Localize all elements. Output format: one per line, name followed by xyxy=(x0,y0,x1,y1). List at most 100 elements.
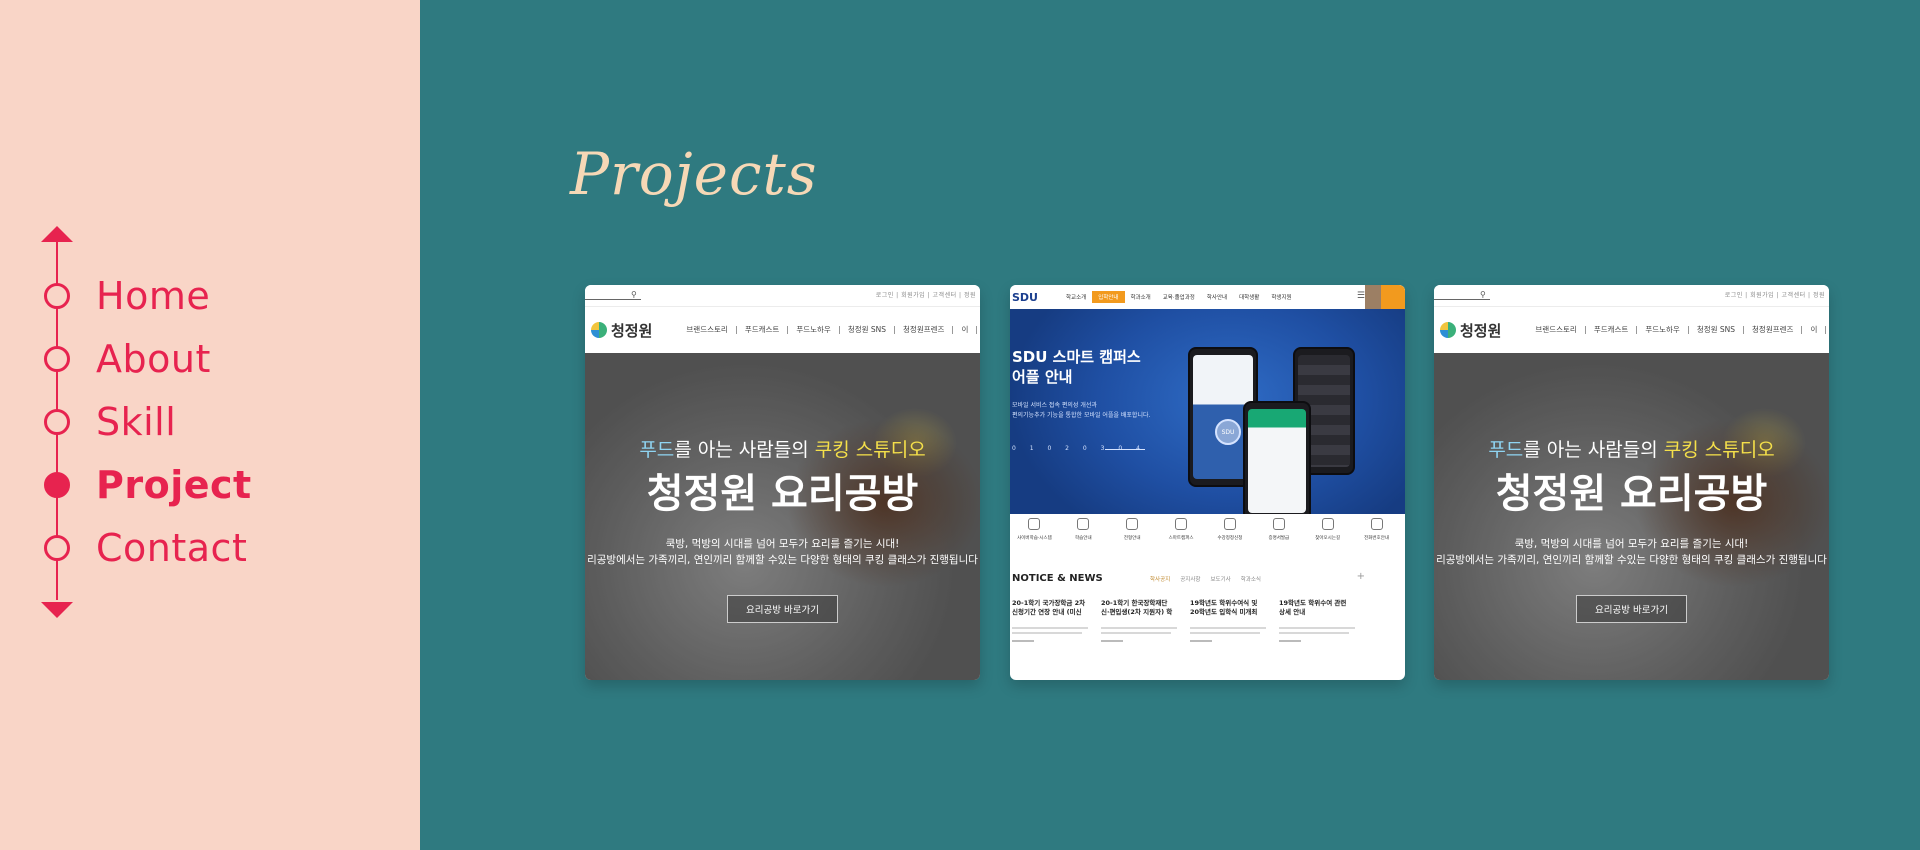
utility-links: 로그인 | 회원가입 | 고객센터 | 정원 xyxy=(1724,292,1825,299)
site-header: 청정원 브랜드스토리 푸드캐스트 푸드노하우 청정원 SNS 청정원프렌즈 이 xyxy=(1434,307,1829,353)
menu-item: 푸드노하우 xyxy=(1637,326,1689,334)
menu-item: 이 xyxy=(953,326,978,334)
menu-item: 푸드노하우 xyxy=(788,326,840,334)
header-block xyxy=(1365,285,1381,309)
quick-icon xyxy=(1077,518,1090,530)
nav-dot-active xyxy=(44,472,70,498)
utility-links: 로그인 | 회원가입 | 고객센터 | 정원 xyxy=(875,292,976,299)
news-tab: 학과소식 xyxy=(1240,577,1261,583)
nav-label: About xyxy=(96,337,211,381)
menu-item: 청정원 SNS xyxy=(840,326,896,334)
site-menu: 브랜드스토리 푸드캐스트 푸드노하우 청정원 SNS 청정원프렌즈 이 xyxy=(678,326,978,334)
section-title: Projects xyxy=(570,140,818,208)
quick-icon xyxy=(1321,518,1334,530)
nav-item-home[interactable]: Home xyxy=(44,272,210,320)
menu-item: 브랜드스토리 xyxy=(1527,326,1586,334)
logo-icon xyxy=(1440,322,1456,338)
nav-item-about[interactable]: About xyxy=(44,335,211,383)
quick-item: 전형안내 xyxy=(1110,518,1154,541)
news-item: 19학년도 학위수여식 및 20학년도 입학식 미개최 xyxy=(1190,599,1268,642)
menu-item: 학교소개 xyxy=(1066,295,1087,301)
nav-item-project[interactable]: Project xyxy=(44,461,252,509)
news-item: 20-1학기 한국장학재단 신·편입생(2차 지원자) 학 xyxy=(1101,599,1179,642)
quick-icon xyxy=(1272,518,1285,530)
site-menu: 학교소개 입학안내 학과소개 교육·졸업과정 학사안내 대학생활 학생지원 xyxy=(1060,291,1298,303)
menu-item-active: 입학안내 xyxy=(1092,291,1125,303)
menu-item: 청정원 SNS xyxy=(1689,326,1745,334)
quick-item: 스마트캠퍼스 xyxy=(1159,518,1203,541)
news-item: 19학년도 학위수여 관련 상세 안내 xyxy=(1279,599,1357,642)
hero-description: 쿡방, 먹방의 시대를 넘어 모두가 요리를 즐기는 시대! xyxy=(1514,538,1749,550)
menu-item: 학사안내 xyxy=(1206,295,1228,301)
menu-item: 푸드캐스트 xyxy=(737,326,789,334)
quick-icon xyxy=(1028,518,1041,530)
projects-section: Projects ⚲ 로그인 | 회원가입 | 고객센터 | 정원 청정원 브랜… xyxy=(420,0,1920,850)
search-icon: ⚲ xyxy=(1480,290,1486,299)
hero-title: 청정원 요리공방 xyxy=(1495,471,1768,517)
nav-dot xyxy=(44,283,70,309)
quick-item: 증명서발급 xyxy=(1257,518,1301,541)
news-tab: 학사공지 xyxy=(1150,577,1171,583)
menu-item: 학생지원 xyxy=(1271,295,1292,301)
nav-item-skill[interactable]: Skill xyxy=(44,398,176,446)
search-underline xyxy=(1434,299,1490,300)
hero-subtitle: 푸드를 아는 사람들의 쿠킹 스튜디오 xyxy=(1488,439,1775,461)
hero-button: 요리공방 바로가기 xyxy=(727,595,838,623)
slide-progress xyxy=(1105,449,1145,450)
quick-menu: 사이버학습·시스템 학습안내 전형안내 스마트캠퍼스 수강정정신청 증명서발급 … xyxy=(1010,518,1405,541)
sidebar: Home About Skill Project Contact xyxy=(0,0,420,850)
nav-label: Home xyxy=(96,274,211,318)
news-heading: NOTICE & NEWS xyxy=(1012,573,1103,584)
search-underline xyxy=(585,299,641,300)
menu-item: 교육·졸업과정 xyxy=(1162,295,1195,301)
hero-image: 푸드를 아는 사람들의 쿠킹 스튜디오 청정원 요리공방 쿡방, 먹방의 시대를… xyxy=(1434,353,1829,680)
menu-item: 대학생활 xyxy=(1239,295,1260,301)
site-logo: 청정원 xyxy=(611,321,653,340)
arrow-up-icon[interactable] xyxy=(41,226,73,242)
nav-label: Contact xyxy=(96,526,248,570)
site-logo: 청정원 xyxy=(1460,321,1502,340)
nav-dot xyxy=(44,346,70,372)
hero-banner: SDU 스마트 캠퍼스 어플 안내 모바일 서비스 접속 편의성 개선과 편의기… xyxy=(1010,309,1405,514)
quick-icon xyxy=(1223,518,1236,530)
hero-title: 청정원 요리공방 xyxy=(646,471,919,517)
quick-item: 사이버학습·시스템 xyxy=(1012,518,1056,541)
plus-icon: + xyxy=(1356,571,1365,582)
site-topbar: ⚲ 로그인 | 회원가입 | 고객센터 | 정원 xyxy=(585,285,980,307)
nav-dot xyxy=(44,409,70,435)
hero-image: 푸드를 아는 사람들의 쿠킹 스튜디오 청정원 요리공방 쿡방, 먹방의 시대를… xyxy=(585,353,980,680)
menu-item: 이 xyxy=(1802,326,1827,334)
quick-icon xyxy=(1175,518,1188,530)
hero-description: 리공방에서는 가족끼리, 연인끼리 함께할 수있는 다양한 형태의 쿠킹 클래스… xyxy=(1436,554,1827,566)
header-block xyxy=(1381,285,1405,309)
hero-description: 쿡방, 먹방의 시대를 넘어 모두가 요리를 즐기는 시대! xyxy=(665,538,900,550)
quick-item: 찾아오시는길 xyxy=(1306,518,1350,541)
search-icon: ⚲ xyxy=(631,290,637,299)
seal-icon: SDU xyxy=(1215,419,1241,445)
phone-mockup xyxy=(1243,401,1311,514)
quick-item: 전화번호안내 xyxy=(1355,518,1399,541)
nav-dot xyxy=(44,535,70,561)
arrow-down-icon[interactable] xyxy=(41,602,73,618)
project-card-1[interactable]: ⚲ 로그인 | 회원가입 | 고객센터 | 정원 청정원 브랜드스토리 푸드캐스… xyxy=(585,285,980,680)
quick-icon xyxy=(1370,518,1383,530)
nav-item-contact[interactable]: Contact xyxy=(44,524,247,572)
news-item: 20-1학기 국가장학금 2차 신청기간 연장 안내 (미신 xyxy=(1012,599,1090,642)
hero-description: 모바일 서비스 접속 편의성 개선과 편의기능추가 기능을 통합한 모바일 어플… xyxy=(1012,402,1151,419)
news-tabs: 학사공지 공지사항 보도기사 학과소식 xyxy=(1150,575,1271,583)
site-topbar: ⚲ 로그인 | 회원가입 | 고객센터 | 정원 xyxy=(1434,285,1829,307)
menu-item: 학과소개 xyxy=(1130,295,1151,301)
news-tab: 보도기사 xyxy=(1210,577,1231,583)
nav-label: Skill xyxy=(96,400,177,444)
menu-item: 푸드캐스트 xyxy=(1586,326,1638,334)
hero-subtitle: 푸드를 아는 사람들의 쿠킹 스튜디오 xyxy=(639,439,926,461)
nav-label: Project xyxy=(96,463,252,507)
hero-title: SDU 스마트 캠퍼스 어플 안내 xyxy=(1012,348,1141,386)
site-menu: 브랜드스토리 푸드캐스트 푸드노하우 청정원 SNS 청정원프렌즈 이 xyxy=(1527,326,1827,334)
site-topbar: SDU 학교소개 입학안내 학과소개 교육·졸업과정 학사안내 대학생활 학생지… xyxy=(1010,285,1405,309)
menu-item: 청정원프렌즈 xyxy=(895,326,954,334)
quick-icon xyxy=(1126,518,1139,530)
project-card-2[interactable]: SDU 학교소개 입학안내 학과소개 교육·졸업과정 학사안내 대학생활 학생지… xyxy=(1010,285,1405,680)
project-card-3[interactable]: ⚲ 로그인 | 회원가입 | 고객센터 | 정원 청정원 브랜드스토리 푸드캐스… xyxy=(1434,285,1829,680)
site-logo: SDU xyxy=(1012,290,1038,304)
